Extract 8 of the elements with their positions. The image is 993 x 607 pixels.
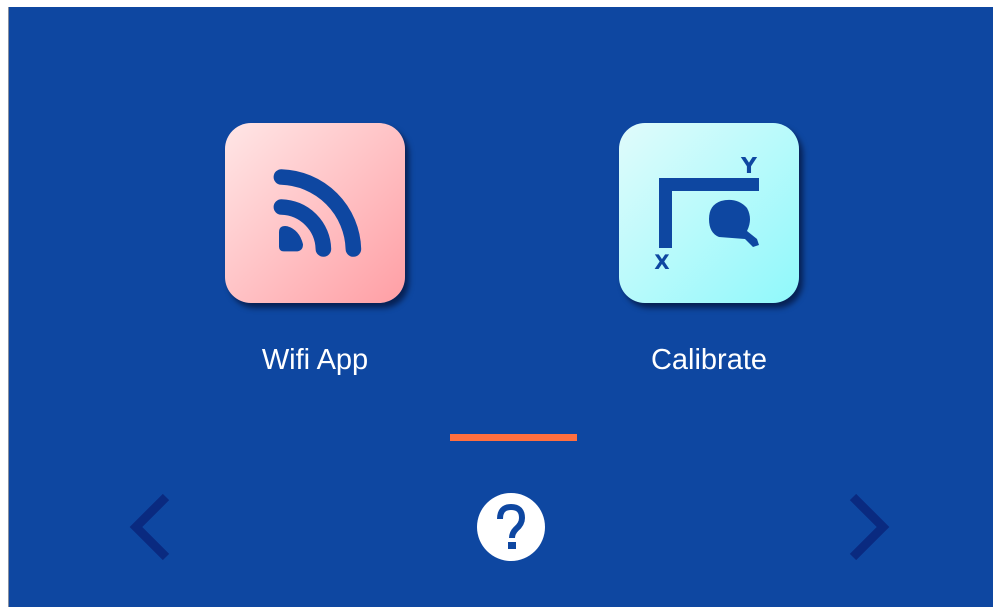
app-label: Calibrate (650, 343, 768, 377)
calibrate-app-button[interactable]: Y X (619, 123, 799, 303)
help-icon[interactable] (476, 492, 546, 562)
x-axis-label: X (654, 250, 670, 273)
wifi-app-button[interactable] (225, 123, 405, 303)
page-indicator[interactable] (450, 434, 576, 441)
y-axis-label: Y (741, 154, 757, 179)
app-label: Wifi App (262, 343, 368, 377)
